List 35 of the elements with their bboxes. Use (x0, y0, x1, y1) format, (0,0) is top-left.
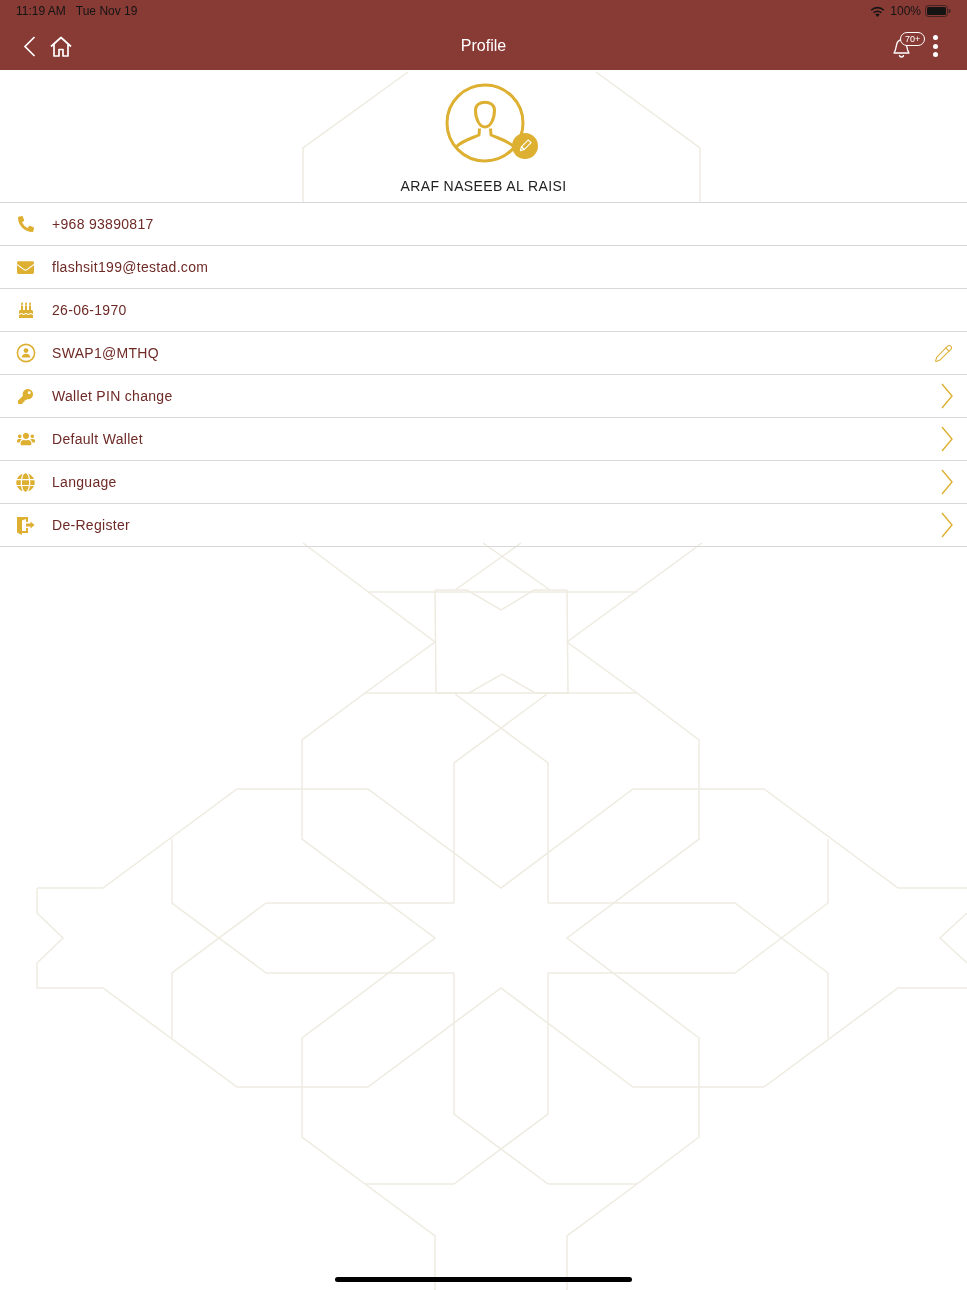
status-time: 11:19 AM (16, 3, 66, 20)
more-options-button[interactable] (933, 34, 938, 58)
battery-icon (925, 5, 951, 17)
chevron-right-icon (941, 512, 953, 538)
cake-icon (17, 302, 34, 318)
menu-item[interactable]: Wallet PIN change (0, 375, 967, 418)
avatar-silhouette-icon (444, 83, 525, 163)
envelope-icon (17, 258, 34, 276)
chevron-right-icon (941, 469, 953, 495)
pencil-icon (934, 343, 953, 363)
chevron-right-icon (941, 383, 953, 409)
page-title: Profile (460, 36, 507, 56)
profile-name: ARAF NASEEB AL RAISI (400, 177, 567, 196)
pencil-icon (517, 139, 532, 153)
detail-text: 26-06-1970 (52, 300, 127, 320)
detail-text: flashsit199@testad.com (52, 257, 209, 277)
home-button[interactable] (50, 35, 72, 57)
notification-badge: 70+ (900, 32, 926, 46)
door-arrow-icon (16, 515, 35, 535)
menu-item[interactable]: Language (0, 461, 967, 504)
key-icon (18, 388, 33, 404)
battery-percentage: 100% (890, 3, 921, 20)
back-button[interactable] (23, 35, 36, 57)
chevron-right-icon (941, 426, 953, 452)
menu-item[interactable]: Default Wallet (0, 418, 967, 461)
user-circle-icon (15, 343, 36, 363)
globe-icon (16, 472, 35, 492)
detail-text: SWAP1@MTHQ (52, 343, 159, 363)
notifications-button[interactable]: 70+ (891, 33, 927, 59)
people-icon (16, 430, 35, 448)
detail-text: +968 93890817 (52, 214, 154, 234)
status-date: Tue Nov 19 (75, 3, 138, 20)
menu-item[interactable]: De-Register (0, 504, 967, 547)
wifi-icon (870, 5, 886, 17)
phone-icon (17, 216, 34, 232)
